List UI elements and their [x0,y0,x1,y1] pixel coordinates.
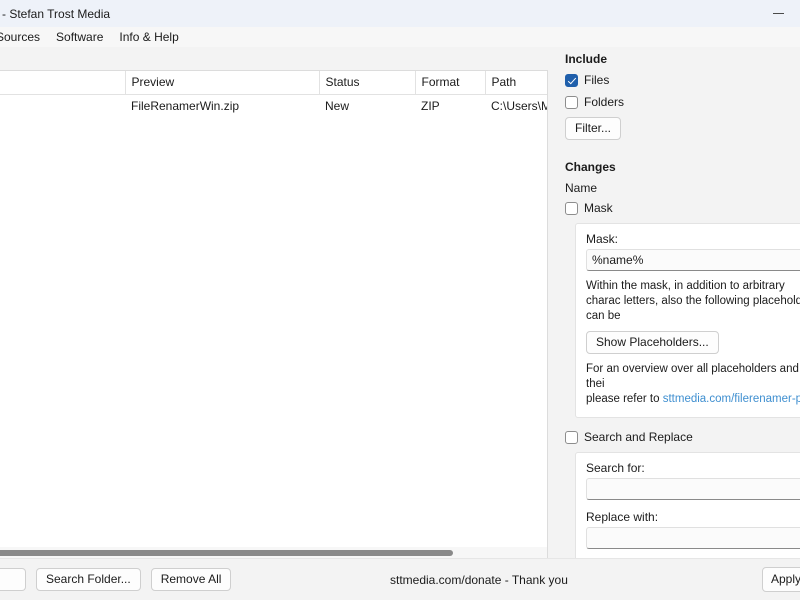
checkbox-search-replace[interactable]: Search and Replace [565,430,800,444]
folders-checkbox-box[interactable] [565,95,578,109]
mask-reference-line2: please refer to [586,393,663,405]
application-window: - Stefan Trost Media Sources Software In… [0,0,800,600]
replace-input[interactable] [586,527,800,549]
menu-item-software[interactable]: Software [48,27,111,47]
files-checkbox-box[interactable] [565,73,578,87]
files-checkbox-label: Files [584,73,610,87]
minimize-button[interactable] [756,0,800,27]
menu-item-sources[interactable]: Sources [0,27,48,47]
table-header-row: Preview Status Format Path [0,71,547,95]
column-header-status[interactable]: Status [319,71,416,95]
column-header-name[interactable] [0,71,126,95]
include-heading: Include [565,52,608,66]
changes-name-label: Name [565,181,598,195]
mask-reference-line1: For an overview over all placeholders an… [586,363,799,390]
column-header-path[interactable]: Path [485,71,547,95]
mask-reference-text: For an overview over all placeholders an… [586,362,800,407]
table-row[interactable]: Win.zip FileRenamerWin.zip New ZIP C:\Us… [0,94,547,117]
mask-group: Mask: Within the mask, in addition to ar… [575,223,800,418]
main-content: Preview Status Format Path Win.zip FileR… [0,47,800,600]
menu-item-info-help[interactable]: Info & Help [111,27,186,47]
filter-button[interactable]: Filter... [565,117,622,140]
column-header-preview[interactable]: Preview [125,71,320,95]
placeholders-link[interactable]: sttmedia.com/filerenamer-plac [663,393,800,405]
checkbox-folders[interactable]: Folders [565,95,800,109]
apply-button[interactable]: Apply [762,567,800,592]
search-replace-checkbox-label: Search and Replace [584,430,693,444]
cell-path: C:\Users\Merc [485,94,547,117]
file-list-table[interactable]: Preview Status Format Path Win.zip FileR… [0,70,548,565]
title-bar: - Stefan Trost Media [0,0,800,27]
window-title: - Stefan Trost Media [2,6,111,21]
cell-preview: FileRenamerWin.zip [125,94,319,117]
options-panel: Include Files Folders Filter... Changes … [555,47,800,600]
cell-format: ZIP [415,94,485,117]
replace-with-label: Replace with: [586,510,659,524]
column-header-format[interactable]: Format [415,71,486,95]
search-input[interactable] [586,478,800,500]
mask-input[interactable] [586,249,800,271]
search-folder-button[interactable]: Search Folder... [36,568,141,591]
scrollbar-thumb[interactable] [0,550,453,556]
checkbox-files[interactable]: Files [565,73,800,87]
mask-checkbox-label: Mask [584,201,613,215]
changes-heading: Changes [565,160,616,174]
menu-bar: Sources Software Info & Help [0,27,800,47]
cell-status: New [319,94,415,117]
search-for-label: Search for: [586,461,645,475]
bottom-bar: Search Folder... Remove All sttmedia.com… [0,558,800,600]
search-replace-checkbox-box[interactable] [565,430,578,444]
folders-checkbox-label: Folders [584,95,625,109]
show-placeholders-button[interactable]: Show Placeholders... [586,331,719,354]
mask-description: Within the mask, in addition to arbitrar… [586,280,800,322]
mask-field-label: Mask: [586,232,619,246]
remove-all-button[interactable]: Remove All [150,568,232,591]
checkbox-mask[interactable]: Mask [565,201,800,215]
mask-checkbox-box[interactable] [565,201,578,215]
minimize-icon [772,13,784,14]
donate-text[interactable]: sttmedia.com/donate - Thank you [390,573,568,587]
window-controls [756,0,800,27]
clipped-left-button[interactable] [0,568,26,591]
cell-name: Win.zip [0,94,125,117]
